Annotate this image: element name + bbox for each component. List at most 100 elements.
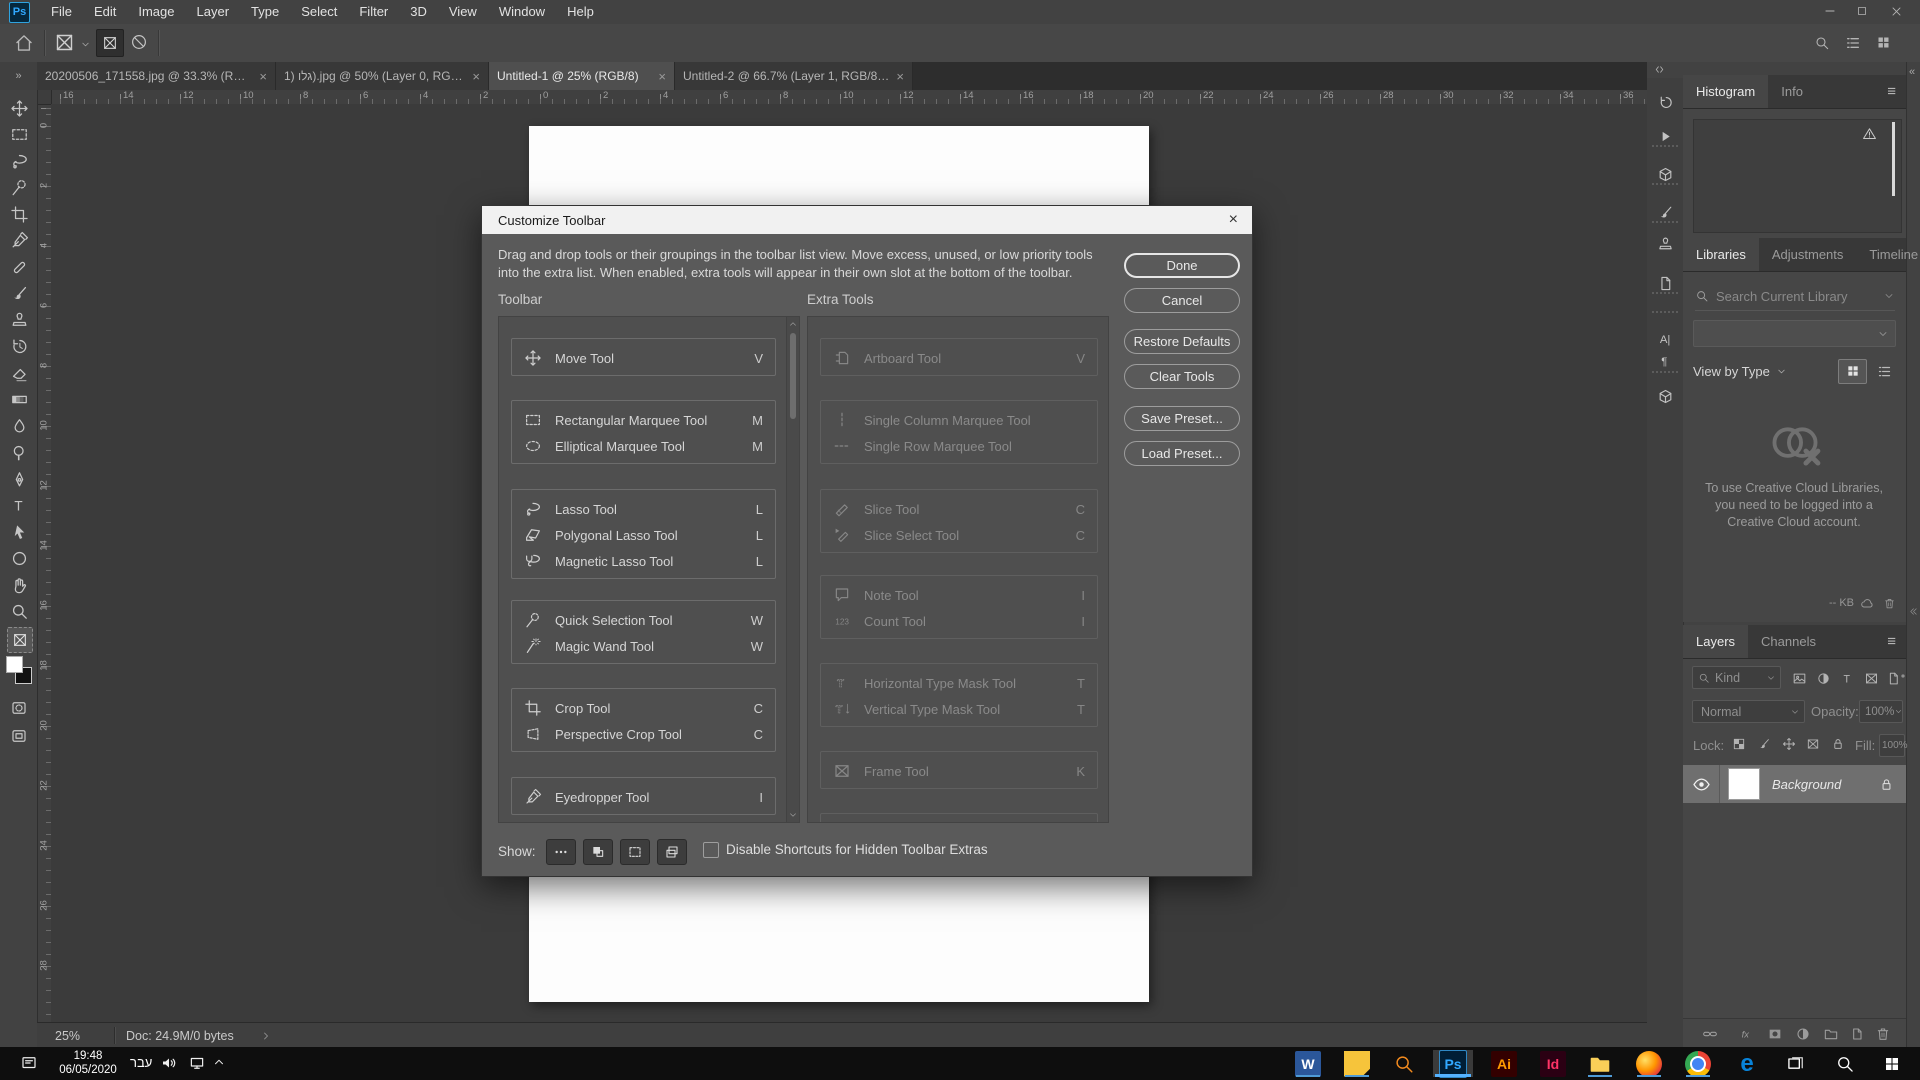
trash-icon[interactable] bbox=[1883, 597, 1896, 610]
clear-tools-button[interactable]: Clear Tools bbox=[1124, 364, 1240, 389]
lock-brush-icon[interactable] bbox=[1755, 735, 1772, 752]
foreground-color-swatch[interactable] bbox=[6, 656, 23, 673]
histogram-panel-menu-icon[interactable]: ≡ bbox=[1877, 75, 1906, 108]
minimize-button[interactable] bbox=[1816, 2, 1844, 20]
taskbar-app-photoshop[interactable]: Ps bbox=[1433, 1050, 1473, 1077]
zoom-tool-button[interactable] bbox=[7, 600, 31, 624]
chevron-down-icon[interactable] bbox=[1776, 366, 1787, 377]
menu-layer[interactable]: Layer bbox=[186, 0, 241, 24]
taskbar-app-file-explorer[interactable] bbox=[1580, 1050, 1620, 1077]
tool-option-box-button[interactable] bbox=[96, 29, 124, 57]
taskbar-app-start[interactable] bbox=[1872, 1050, 1912, 1077]
network-icon[interactable] bbox=[188, 1054, 206, 1072]
path-select-tool-button[interactable] bbox=[7, 520, 31, 544]
menu-file[interactable]: File bbox=[40, 0, 83, 24]
restore-defaults-button[interactable]: Restore Defaults bbox=[1124, 329, 1240, 354]
eyedropper-tool-button[interactable] bbox=[7, 229, 31, 253]
taskbar-app-search[interactable] bbox=[1825, 1050, 1865, 1077]
tab-close-icon[interactable]: × bbox=[890, 69, 904, 84]
image-filter-icon[interactable] bbox=[1790, 669, 1808, 687]
action-center-icon[interactable] bbox=[20, 1054, 38, 1072]
tool-artboard-tool[interactable]: Artboard ToolV bbox=[822, 345, 1098, 371]
layer-row-background[interactable]: Background bbox=[1683, 765, 1906, 803]
tool-vertical-type-mask-tool[interactable]: TVertical Type Mask ToolT bbox=[822, 696, 1098, 722]
lock-lock-icon[interactable] bbox=[1829, 735, 1846, 752]
workspace-grid-icon[interactable] bbox=[1845, 35, 1861, 51]
document-tab[interactable]: Untitled-2 @ 66.7% (Layer 1, RGB/8#) *× bbox=[675, 62, 913, 90]
tool-crop-tool[interactable]: Crop ToolC bbox=[513, 695, 776, 721]
new-layer-footer-icon[interactable] bbox=[1848, 1025, 1866, 1043]
language-indicator[interactable]: עבר bbox=[130, 1055, 152, 1070]
edit-toolbar-button[interactable] bbox=[7, 627, 33, 653]
done-button[interactable]: Done bbox=[1124, 253, 1240, 278]
trash-footer-icon[interactable] bbox=[1874, 1025, 1892, 1043]
quick-mask-button[interactable] bbox=[7, 696, 31, 720]
histogram-tab-histogram[interactable]: Histogram bbox=[1683, 75, 1768, 108]
taskbar-app-illustrator[interactable]: Ai bbox=[1484, 1050, 1524, 1077]
libraries-tab-timeline[interactable]: Timeline bbox=[1856, 238, 1920, 271]
character-panel-button[interactable]: A| bbox=[1654, 327, 1676, 349]
dialog-close-icon[interactable]: × bbox=[1215, 206, 1252, 234]
chevron-down-icon[interactable] bbox=[1883, 290, 1895, 302]
status-chevron-icon[interactable] bbox=[260, 1030, 272, 1042]
show-colors-button[interactable] bbox=[583, 839, 613, 865]
tool-count-tool[interactable]: 123Count ToolI bbox=[822, 608, 1098, 634]
cancel-button[interactable]: Cancel bbox=[1124, 288, 1240, 313]
fill-value-box[interactable]: 100% bbox=[1879, 734, 1905, 757]
taskbar-app-sticky-notes[interactable] bbox=[1337, 1050, 1377, 1077]
healing-tool-button[interactable] bbox=[7, 255, 31, 279]
tool-frame-tool[interactable]: Frame ToolK bbox=[822, 758, 1098, 784]
crop-tool-button[interactable] bbox=[7, 202, 31, 226]
document-tab[interactable]: Untitled-1 @ 25% (RGB/8)× bbox=[489, 62, 675, 90]
tool-note-tool[interactable]: Note ToolI bbox=[822, 582, 1098, 608]
document-tab[interactable]: 20200506_171558.jpg @ 33.3% (RGB/8)× bbox=[37, 62, 276, 90]
grid-view-button[interactable] bbox=[1838, 359, 1867, 384]
taskbar-app-indesign[interactable]: Id bbox=[1533, 1050, 1573, 1077]
taskbar-app-firefox[interactable] bbox=[1629, 1050, 1669, 1077]
menu-help[interactable]: Help bbox=[556, 0, 605, 24]
shape-tool-button[interactable] bbox=[7, 547, 31, 571]
home-icon[interactable] bbox=[14, 33, 34, 53]
brush-panel-button[interactable] bbox=[1654, 201, 1676, 223]
layer-visibility-eye-icon[interactable] bbox=[1683, 775, 1719, 794]
blur-tool-button[interactable] bbox=[7, 414, 31, 438]
history-brush-tool-button[interactable] bbox=[7, 335, 31, 359]
menu-filter[interactable]: Filter bbox=[348, 0, 399, 24]
folder-footer-icon[interactable] bbox=[1822, 1025, 1840, 1043]
taskbar-app-edge[interactable]: e bbox=[1727, 1050, 1767, 1077]
taskbar-app-word[interactable]: W bbox=[1288, 1050, 1328, 1077]
cube-panel-button[interactable] bbox=[1654, 163, 1676, 185]
move-tool-button[interactable] bbox=[7, 96, 31, 120]
blend-mode-select[interactable]: Normal bbox=[1692, 700, 1805, 723]
lock-frame-icon[interactable] bbox=[1804, 735, 1821, 752]
tool-single-row-marquee-tool[interactable]: Single Row Marquee Tool bbox=[822, 433, 1098, 459]
half-circle-filter-icon[interactable] bbox=[1814, 669, 1832, 687]
expand-dock-icon[interactable]: « bbox=[1909, 66, 1915, 78]
volume-icon[interactable] bbox=[160, 1054, 178, 1072]
clone-stamp-panel-button[interactable] bbox=[1654, 233, 1676, 255]
half-circle-footer-icon[interactable] bbox=[1794, 1025, 1812, 1043]
menu-type[interactable]: Type bbox=[240, 0, 290, 24]
clone-stamp-tool-button[interactable] bbox=[7, 308, 31, 332]
tool-rectangular-marquee-tool[interactable]: Rectangular Marquee ToolM bbox=[513, 407, 776, 433]
no-entry-icon[interactable] bbox=[130, 33, 148, 51]
list-view-button[interactable] bbox=[1872, 360, 1896, 383]
history-panel-button[interactable] bbox=[1654, 91, 1676, 113]
tool-quick-selection-tool[interactable]: Quick Selection ToolW bbox=[513, 607, 776, 633]
tool-move-tool[interactable]: Move ToolV bbox=[513, 345, 776, 371]
library-select[interactable] bbox=[1693, 320, 1896, 347]
show-screen-modes-button[interactable] bbox=[657, 839, 687, 865]
scroll-down-icon[interactable] bbox=[787, 810, 799, 820]
document-tab[interactable]: 1) גלו).jpg @ 50% (Layer 0, RGB/8) *× bbox=[276, 62, 489, 90]
taskbar-app-task-view[interactable] bbox=[1776, 1050, 1816, 1077]
layer-filter-kind[interactable]: Kind bbox=[1692, 666, 1781, 689]
menu-window[interactable]: Window bbox=[488, 0, 556, 24]
lock-move-icon[interactable] bbox=[1780, 735, 1797, 752]
libraries-tab-libraries[interactable]: Libraries bbox=[1683, 238, 1759, 271]
zoom-level[interactable]: 25% bbox=[37, 1029, 80, 1043]
menu-3d[interactable]: 3D bbox=[399, 0, 438, 24]
search-icon[interactable] bbox=[1814, 35, 1830, 51]
tab-close-icon[interactable]: × bbox=[466, 69, 480, 84]
tool-preset-chevron-icon[interactable] bbox=[80, 39, 91, 50]
tray-expand-icon[interactable] bbox=[212, 1055, 226, 1069]
